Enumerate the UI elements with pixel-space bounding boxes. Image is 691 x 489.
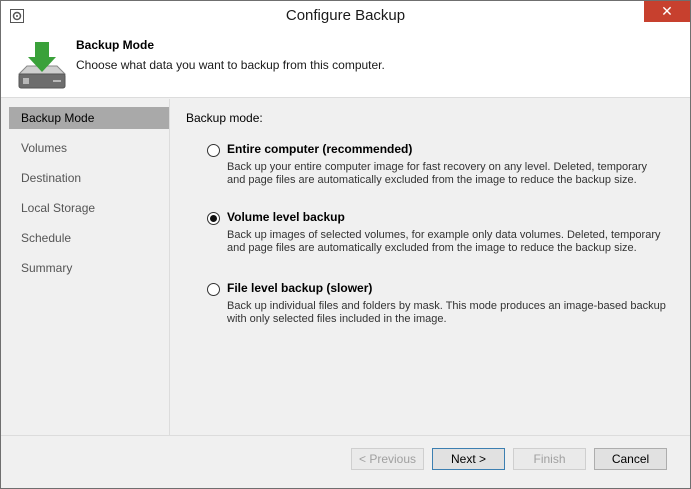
sidebar-item-local-storage[interactable]: Local Storage <box>9 197 169 219</box>
wizard-steps-sidebar: Backup Mode Volumes Destination Local St… <box>1 99 170 435</box>
sidebar-item-backup-mode[interactable]: Backup Mode <box>9 107 169 129</box>
option-description: Back up individual files and folders by … <box>227 300 666 325</box>
cancel-button[interactable]: Cancel <box>594 448 667 470</box>
sidebar-item-schedule[interactable]: Schedule <box>9 227 169 249</box>
option-title[interactable]: Entire computer (recommended) <box>227 142 412 156</box>
previous-button[interactable]: < Previous <box>351 448 424 470</box>
wizard-header: Backup Mode Choose what data you want to… <box>1 32 690 98</box>
radio-selected-dot <box>210 215 217 222</box>
option-title[interactable]: File level backup (slower) <box>227 281 372 295</box>
next-button[interactable]: Next > <box>432 448 505 470</box>
finish-button[interactable]: Finish <box>513 448 586 470</box>
close-button[interactable]: ✕ <box>644 1 690 22</box>
option-description: Back up images of selected volumes, for … <box>227 229 661 254</box>
radio-entire-computer[interactable] <box>207 144 220 157</box>
close-icon: ✕ <box>661 3 673 19</box>
option-title[interactable]: Volume level backup <box>227 210 345 224</box>
sidebar-item-summary[interactable]: Summary <box>9 257 169 279</box>
title-bar: Configure Backup ✕ <box>1 1 690 32</box>
backup-mode-label: Backup mode: <box>186 111 263 125</box>
sidebar-item-destination[interactable]: Destination <box>9 167 169 189</box>
page-title: Backup Mode <box>76 38 155 52</box>
option-description: Back up your entire computer image for f… <box>227 161 648 186</box>
radio-file-level[interactable] <box>207 283 220 296</box>
backup-mode-panel: Backup mode: Entire computer (recommende… <box>171 99 690 435</box>
sidebar-item-volumes[interactable]: Volumes <box>9 137 169 159</box>
wizard-footer: < Previous Next > Finish Cancel <box>1 435 690 488</box>
download-disk-icon <box>17 42 67 89</box>
page-description: Choose what data you want to backup from… <box>76 58 385 72</box>
configure-backup-window: Configure Backup ✕ Backup Mode Choose wh… <box>0 0 691 489</box>
radio-volume-level[interactable] <box>207 212 220 225</box>
window-title: Configure Backup <box>285 7 406 24</box>
